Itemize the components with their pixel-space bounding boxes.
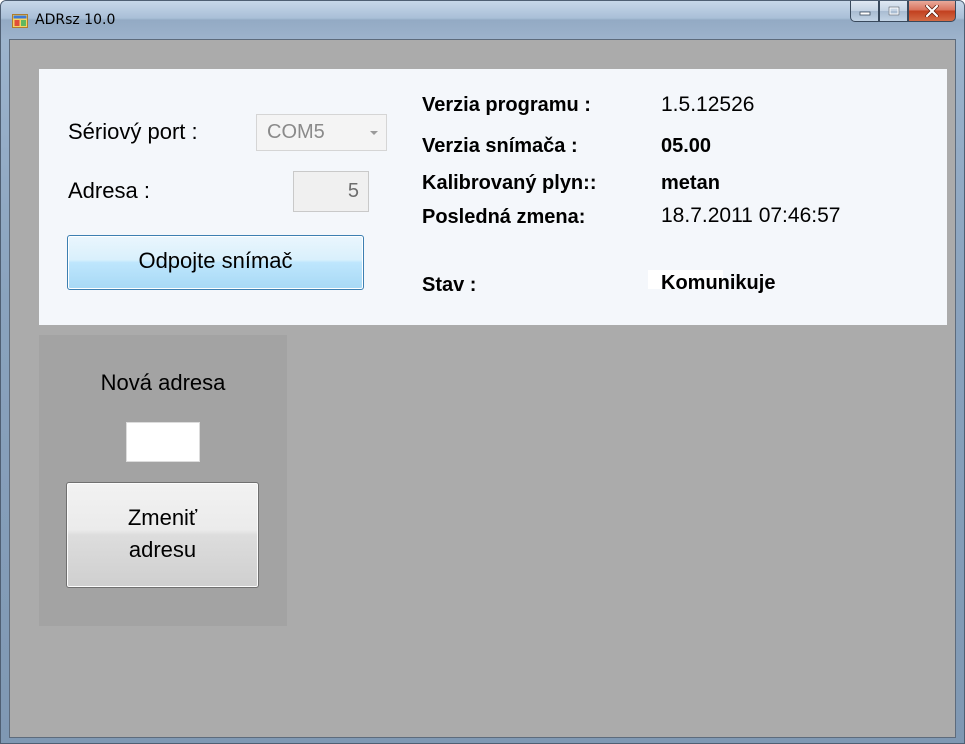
close-button[interactable] [908,1,956,22]
calibrated-gas-label: Kalibrovaný plyn:: [422,172,597,194]
app-window: ADRsz 10.0 Sériový port: COM5 Adresa: … [0,0,965,744]
status-label: Stav : [422,274,477,296]
chevron-down-icon [370,131,378,135]
minimize-icon [859,11,870,16]
minimize-button[interactable] [850,1,879,22]
new-address-input[interactable] [126,422,200,462]
last-change-value: 18.7.2011 07:46:57 [661,204,841,227]
sensor-version-label: Verzia snímača : [422,135,578,157]
disconnect-sensor-button[interactable]: Odpojte snímač [67,235,364,290]
serial-port-dropdown[interactable]: COM5 [256,114,387,151]
serial-port-label: Sériový port : [68,119,198,144]
maximize-button[interactable] [879,1,908,22]
change-address-button-line1: Zmeniť [127,505,198,530]
address-value: 5 [347,180,359,202]
change-address-button[interactable]: Zmeniť adresu [66,482,259,588]
program-version-value: 1.5.12526 [661,93,755,116]
change-address-button-line2: adresu [128,537,197,562]
connection-panel: Sériový port : COM5 Adresa : 5 Odpojte s… [39,69,947,325]
sensor-version-value: 05.00 [661,135,712,157]
client-area: Sériový port : COM5 Adresa : 5 Odpojte s… [9,39,956,738]
program-version-label: Verzia programu : [422,94,591,116]
window-title: ADRsz 10.0 [35,12,116,28]
maximize-icon [888,6,899,16]
close-icon [925,5,939,17]
last-change-label: Posledná zmena: [422,206,586,228]
status-value: Komunikuje [661,272,776,294]
new-address-panel: Nová adresa Zmeniť adresu [39,335,287,626]
serial-port-value: COM5 [267,121,325,143]
app-window-icon [12,14,28,28]
address-label: Adresa : [68,178,150,203]
title-bar[interactable]: ADRsz 10.0 [1,1,964,39]
address-field[interactable]: 5 [293,171,369,212]
calibrated-gas-value: metan [661,172,720,194]
caption-buttons [850,1,956,23]
new-address-title: Nová adresa [100,370,226,395]
